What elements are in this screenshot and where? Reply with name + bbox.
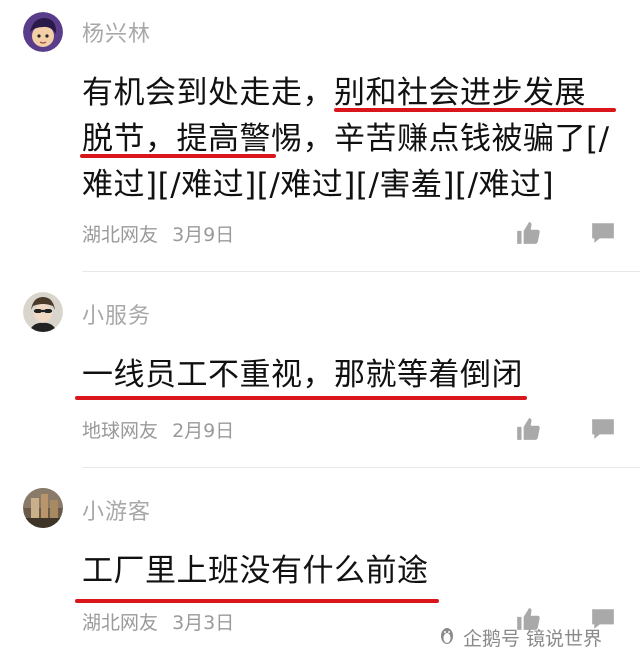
username[interactable]: 小游客 <box>82 494 151 526</box>
watermark: 企鹅号 镜说世界 <box>437 624 602 651</box>
comment-text: 工厂里上班没有什么前途 <box>82 553 429 589</box>
comment-list: 杨兴林 有机会到处走走，别和社会进步发展脱节，提高警惕，辛苦赚点钱被骗了[/难过… <box>0 0 640 660</box>
username[interactable]: 杨兴林 <box>82 16 151 48</box>
comment-text: 一线员工不重视，那就等着倒闭 <box>82 357 523 393</box>
timestamp: 2月9日 <box>172 420 235 442</box>
comment-text: 有机会到处走走，别和社会进步发展脱节，提高警惕，辛苦赚点钱被骗了[/难过][/难… <box>82 75 610 203</box>
watermark-text: 企鹅号 镜说世界 <box>463 628 603 650</box>
avatar[interactable] <box>23 12 63 52</box>
timestamp: 3月9日 <box>172 224 235 246</box>
reply-icon[interactable] <box>590 220 616 246</box>
highlight-underline <box>75 396 527 400</box>
avatar[interactable] <box>23 292 63 332</box>
highlight-underline <box>80 154 276 158</box>
location-label: 湖北网友 <box>82 224 159 246</box>
comment-meta: 湖北网友 3月3日 <box>82 608 242 635</box>
username[interactable]: 小服务 <box>82 298 151 330</box>
highlight-underline <box>334 108 616 112</box>
thumbs-up-icon[interactable] <box>515 416 541 442</box>
thumbs-up-icon[interactable] <box>515 220 541 246</box>
location-label: 湖北网友 <box>82 612 159 634</box>
comment-item: 杨兴林 有机会到处走走，别和社会进步发展脱节，提高警惕，辛苦赚点钱被骗了[/难过… <box>0 0 640 272</box>
comment-meta: 地球网友 2月9日 <box>82 416 242 443</box>
penguin-logo-icon <box>437 625 457 650</box>
timestamp: 3月3日 <box>172 612 235 634</box>
location-label: 地球网友 <box>82 420 159 442</box>
avatar[interactable] <box>23 488 63 528</box>
comment-meta: 湖北网友 3月9日 <box>82 220 242 247</box>
highlight-underline <box>75 599 439 603</box>
comment-item: 小服务 一线员工不重视，那就等着倒闭 地球网友 2月9日 <box>0 272 640 468</box>
reply-icon[interactable] <box>590 416 616 442</box>
